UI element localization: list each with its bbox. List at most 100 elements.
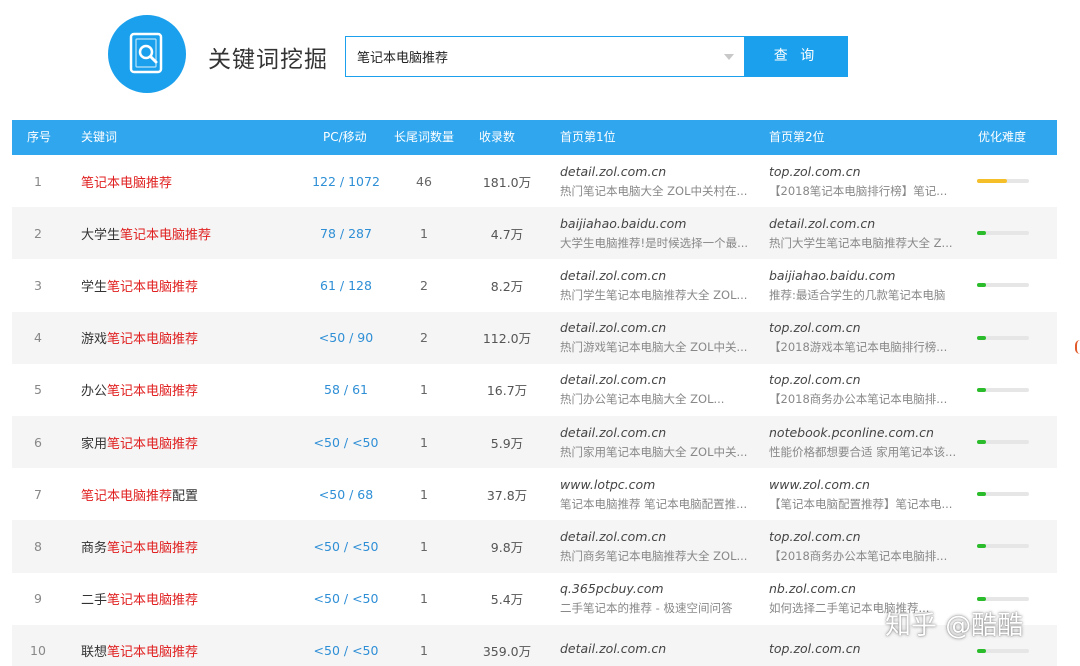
row-keyword[interactable]: 学生 笔记本电脑推荐	[81, 259, 301, 311]
top2-result[interactable]: top.zol.com.cn 【2018游戏本笔记本电脑排行榜...	[769, 312, 969, 364]
top1-domain[interactable]: baijiahao.baidu.com	[560, 216, 758, 231]
keyword-suffix: 配置	[172, 488, 199, 504]
difficulty-meter	[977, 312, 1037, 364]
top1-result[interactable]: detail.zol.com.cn	[560, 625, 760, 666]
difficulty-meter	[977, 364, 1037, 416]
top1-domain[interactable]: detail.zol.com.cn	[560, 320, 758, 335]
top1-snippet: 热门商务笔记本电脑推荐大全 ZOL...	[560, 548, 748, 563]
top2-domain[interactable]: top.zol.com.cn	[769, 320, 967, 335]
row-keyword[interactable]: 笔记本电脑推荐 配置	[81, 468, 301, 520]
top2-result[interactable]: detail.zol.com.cn 热门大学生笔记本电脑推荐大全 Z...	[769, 207, 969, 259]
top1-domain[interactable]: detail.zol.com.cn	[560, 372, 758, 387]
pc-mobile-index[interactable]: <50 / <50	[296, 416, 396, 468]
pc-mobile-index[interactable]: <50 / <50	[296, 573, 396, 625]
pc-mobile-index[interactable]: <50 / <50	[296, 520, 396, 572]
pc-mobile-index[interactable]: 122 / 1072	[296, 155, 396, 207]
table-row[interactable]: 5 办公 笔记本电脑推荐 58 / 61 1 16.7万 detail.zol.com.cn…	[12, 364, 1057, 416]
difficulty-track	[977, 231, 1029, 236]
row-keyword[interactable]: 游戏 笔记本电脑推荐	[81, 312, 301, 364]
keyword-highlight: 笔记本电脑推荐	[81, 175, 173, 191]
top2-result[interactable]: top.zol.com.cn 【2018笔记本电脑排行榜】笔记...	[769, 155, 969, 207]
longtail-count: 1	[420, 591, 428, 607]
top2-snippet: 【2018商务办公本笔记本电脑排...	[769, 392, 948, 407]
top1-snippet: 大学生电脑推荐!是时候选择一个最...	[560, 235, 749, 250]
top1-result[interactable]: detail.zol.com.cn 热门商务笔记本电脑推荐大全 ZOL...	[560, 520, 760, 572]
col-idx: 序号	[27, 130, 52, 144]
pc-mobile-index[interactable]: <50 / 90	[296, 312, 396, 364]
longtail-count: 46	[416, 173, 432, 189]
row-keyword[interactable]: 办公 笔记本电脑推荐	[81, 364, 301, 416]
top2-result[interactable]: notebook.pconline.com.cn 性能价格都想要合适 家用笔记本该…	[769, 416, 969, 468]
keyword-prefix: 二手	[81, 593, 108, 609]
difficulty-fill	[977, 492, 986, 497]
row-keyword[interactable]: 二手 笔记本电脑推荐	[81, 573, 301, 625]
top2-snippet: 【2018商务办公本笔记本电脑排...	[769, 548, 948, 563]
top2-result[interactable]: www.zol.com.cn 【笔记本电脑配置推荐】笔记本电...	[769, 468, 969, 520]
top1-domain[interactable]: detail.zol.com.cn	[560, 641, 758, 656]
top2-domain[interactable]: top.zol.com.cn	[769, 164, 967, 179]
table-row[interactable]: 8 商务 笔记本电脑推荐 <50 / <50 1 9.8万 detail.zol.com.c…	[12, 520, 1057, 573]
pc-mobile-index[interactable]: 61 / 128	[296, 259, 396, 311]
row-index: 1	[34, 173, 42, 189]
table-row[interactable]: 6 家用 笔记本电脑推荐 <50 / <50 1 5.9万 detail.zol.com.c…	[12, 415, 1057, 469]
row-keyword[interactable]: 大学生 笔记本电脑推荐	[81, 207, 301, 259]
top1-domain[interactable]: detail.zol.com.cn	[560, 268, 758, 283]
row-keyword[interactable]: 联想 笔记本电脑推荐	[81, 625, 301, 666]
table-row[interactable]: 7 笔记本电脑推荐 配置 <50 / 68 1 37.8万 www.lotpc.com 笔记本…	[12, 468, 1057, 520]
top1-result[interactable]: baijiahao.baidu.com 大学生电脑推荐!是时候选择一个最...	[560, 207, 760, 259]
col-indexed[interactable]: 收录数	[479, 120, 515, 155]
top1-result[interactable]: detail.zol.com.cn 热门笔记本电脑大全 ZOL中关村在...	[560, 155, 760, 207]
pc-mobile-index[interactable]: <50 / <50	[296, 625, 396, 666]
query-button[interactable]: 查 询	[744, 36, 848, 77]
row-keyword[interactable]: 笔记本电脑推荐	[81, 155, 301, 207]
top1-result[interactable]: www.lotpc.com 笔记本电脑推荐 笔记本电脑配置推...	[560, 468, 760, 520]
top2-result[interactable]: top.zol.com.cn 【2018商务办公本笔记本电脑排...	[769, 364, 969, 416]
top2-result[interactable]: baijiahao.baidu.com 推荐:最适合学生的几款笔记本电脑	[769, 259, 969, 311]
difficulty-fill	[977, 231, 986, 236]
top1-result[interactable]: detail.zol.com.cn 热门办公笔记本电脑大全 ZOL...	[560, 364, 760, 416]
indexed-count: 37.8万	[486, 487, 528, 503]
keyword-search-box[interactable]	[345, 36, 745, 77]
top1-domain[interactable]: q.365pcbuy.com	[560, 581, 758, 596]
top2-result[interactable]: top.zol.com.cn 【2018商务办公本笔记本电脑排...	[769, 520, 969, 572]
top2-domain[interactable]: detail.zol.com.cn	[769, 216, 967, 231]
top2-domain[interactable]: top.zol.com.cn	[769, 529, 967, 544]
row-keyword[interactable]: 商务 笔记本电脑推荐	[81, 520, 301, 572]
top1-domain[interactable]: www.lotpc.com	[560, 477, 758, 492]
table-row[interactable]: 3 学生 笔记本电脑推荐 61 / 128 2 8.2万 detail.zol.com.cn…	[12, 259, 1057, 311]
pc-mobile-index[interactable]: <50 / 68	[296, 468, 396, 520]
longtail-count: 2	[420, 330, 428, 346]
top2-snippet: 【笔记本电脑配置推荐】笔记本电...	[769, 496, 953, 511]
top1-result[interactable]: detail.zol.com.cn 热门游戏笔记本电脑大全 ZOL中关...	[560, 312, 760, 364]
pc-mobile-index[interactable]: 78 / 287	[296, 207, 396, 259]
top1-result[interactable]: q.365pcbuy.com 二手笔记本的推荐 - 极速空间问答	[560, 573, 760, 625]
col-pc-mobile[interactable]: PC/移动	[323, 120, 367, 155]
keyword-highlight: 笔记本电脑推荐	[107, 645, 199, 661]
table-row[interactable]: 1 笔记本电脑推荐 122 / 1072 46 181.0万 detail.zol.com…	[12, 155, 1057, 207]
dropdown-arrow-icon[interactable]	[724, 54, 734, 60]
keyword-search-input[interactable]	[346, 37, 716, 76]
top2-domain[interactable]: www.zol.com.cn	[769, 477, 967, 492]
top1-snippet: 热门学生笔记本电脑推荐大全 ZOL...	[560, 287, 748, 302]
top2-domain[interactable]: notebook.pconline.com.cn	[769, 425, 967, 440]
difficulty-fill	[977, 544, 986, 549]
difficulty-track	[977, 179, 1029, 184]
top2-domain[interactable]: nb.zol.com.cn	[769, 581, 967, 596]
col-keyword[interactable]: 关键词	[81, 120, 117, 155]
top1-domain[interactable]: detail.zol.com.cn	[560, 425, 758, 440]
top1-result[interactable]: detail.zol.com.cn 热门学生笔记本电脑推荐大全 ZOL...	[560, 259, 760, 311]
top2-domain[interactable]: baijiahao.baidu.com	[769, 268, 967, 283]
row-keyword[interactable]: 家用 笔记本电脑推荐	[81, 416, 301, 468]
top2-domain[interactable]: top.zol.com.cn	[769, 372, 967, 387]
table-row[interactable]: 2 大学生 笔记本电脑推荐 78 / 287 1 4.7万 baijiahao.baidu.…	[12, 207, 1057, 260]
col-difficulty[interactable]: 优化难度	[978, 120, 1026, 155]
table-row[interactable]: 4 游戏 笔记本电脑推荐 <50 / 90 2 112.0万 detail.zol.com.…	[12, 311, 1057, 364]
top1-result[interactable]: detail.zol.com.cn 热门家用笔记本电脑大全 ZOL中关...	[560, 416, 760, 468]
difficulty-fill	[977, 596, 986, 601]
top1-domain[interactable]: detail.zol.com.cn	[560, 164, 758, 179]
pc-mobile-index[interactable]: 58 / 61	[296, 364, 396, 416]
top2-domain[interactable]: top.zol.com.cn	[769, 641, 967, 656]
col-longtail[interactable]: 长尾词数量	[394, 120, 454, 155]
top1-domain[interactable]: detail.zol.com.cn	[560, 529, 758, 544]
top1-snippet: 热门办公笔记本电脑大全 ZOL...	[560, 392, 725, 407]
